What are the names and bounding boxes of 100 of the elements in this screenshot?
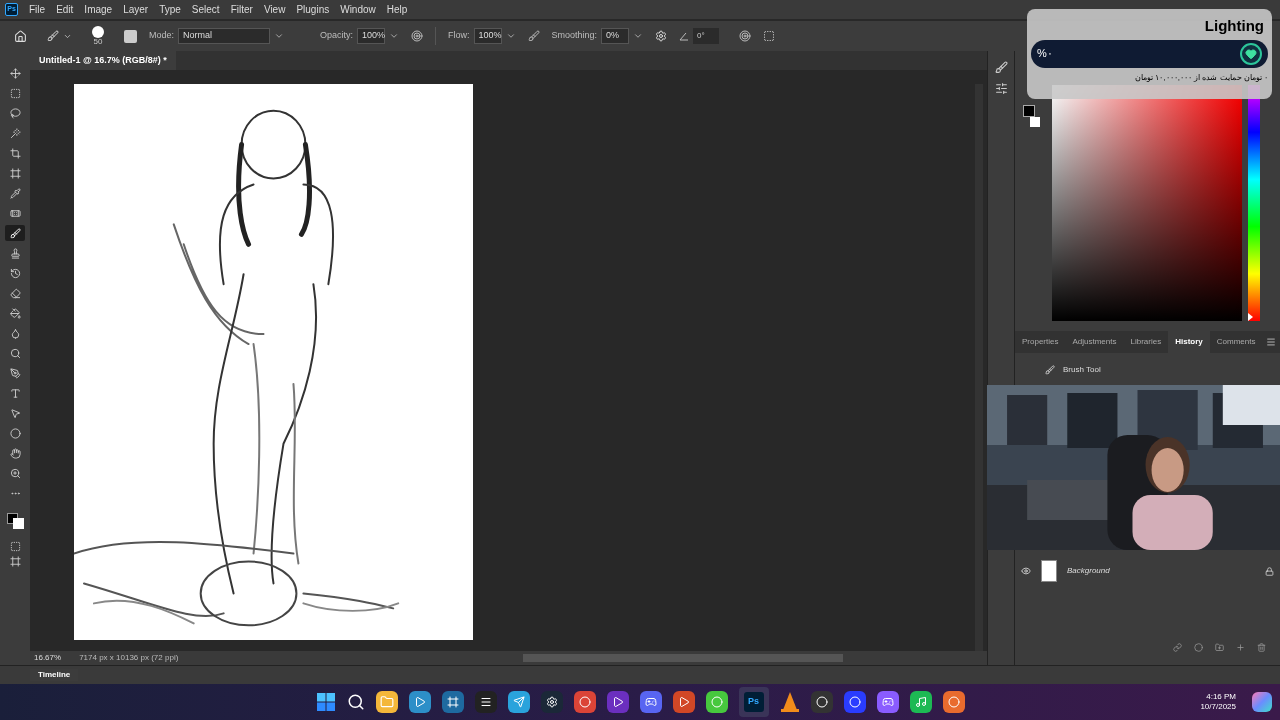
progress-percent: %۰ [1037,46,1053,62]
dropdown-icon[interactable] [633,31,644,41]
brush-size: 50 [93,38,103,46]
menu-item[interactable]: View [263,2,286,17]
hue-marker[interactable] [1248,313,1253,321]
panel-tab[interactable]: Libraries [1123,331,1169,353]
panel-tab[interactable]: Comments [1209,331,1263,353]
settings-icon[interactable] [655,30,668,42]
panel-menu-icon[interactable] [1266,337,1276,347]
marquee-icon [9,87,21,99]
value-field[interactable]: 100% [473,28,502,44]
link-icon[interactable] [1173,643,1182,652]
screen-mode-icon[interactable] [9,556,21,567]
brush-settings-icon[interactable] [994,61,1008,74]
frame-icon [9,167,21,179]
brush-icon [9,227,21,239]
move-icon [9,67,21,79]
visibility-icon[interactable] [1021,566,1031,576]
search-icon[interactable] [346,693,365,711]
value-field[interactable]: Normal [178,28,270,44]
history-item[interactable]: Brush Tool [1015,361,1280,378]
layer-row[interactable]: Background [1015,558,1280,584]
menu-item[interactable]: Layer [123,2,149,17]
trash-icon[interactable] [1257,643,1266,652]
brush-icon[interactable] [47,30,59,42]
wand-icon [9,127,21,139]
eraser-icon [9,287,21,299]
folder-icon[interactable] [375,691,398,713]
send-icon[interactable] [507,691,530,713]
app-icon[interactable] [843,691,866,713]
brush-icon [1045,364,1055,375]
cone-icon[interactable] [779,691,800,713]
symmetry-icon[interactable] [763,30,776,42]
field-label: Opacity: [320,29,354,43]
app-icon[interactable] [408,691,431,713]
app-icon[interactable] [705,691,728,713]
menu-item[interactable]: Type [159,2,181,17]
brush-preview-icon[interactable] [92,26,104,38]
donation-caption: ۰ تومان حمایت شده از ۱۰,۰۰۰,۰۰۰ تومان [1135,71,1268,84]
home-icon[interactable] [14,29,27,43]
app-icon[interactable] [942,691,965,713]
browser-icon[interactable] [573,691,596,713]
menu-item[interactable]: Image [84,2,113,17]
app-icon[interactable] [540,691,563,713]
app-icon[interactable] [810,691,833,713]
document-size: 7174 px x 10136 px (72 ppi) [79,652,179,664]
app-icon[interactable] [441,691,464,713]
paint-bucket-icon [9,307,21,319]
panel-tab[interactable]: Adjustments [1065,331,1124,353]
panel-tab[interactable]: Properties [1015,331,1066,353]
foreground-color-swatch[interactable] [1023,105,1035,117]
airbrush-icon[interactable] [527,30,540,42]
value-field[interactable]: 0% [601,28,630,44]
music-icon[interactable] [909,691,932,713]
lasso-icon [9,107,21,119]
field-label: Flow: [448,29,470,43]
gamepad-icon[interactable] [876,691,899,713]
crop-icon [9,147,21,159]
menu-item[interactable]: Select [191,2,220,17]
angle-icon [679,31,690,41]
app-icon[interactable] [474,691,497,713]
background-color-swatch[interactable] [1030,117,1040,127]
clock-time: 4:16 PM [1206,692,1236,702]
app-icon[interactable] [672,691,695,713]
dropdown-icon[interactable] [389,31,400,41]
dropdown-icon[interactable] [505,31,516,41]
panel-tab[interactable]: History [1168,331,1210,353]
windows-logo-icon[interactable] [315,692,336,712]
sliders-icon[interactable] [994,82,1008,95]
new-layer-icon[interactable] [1236,643,1245,652]
droplet-icon [9,327,21,339]
menu-item[interactable]: Help [386,2,408,17]
taskbar-app[interactable]: Ps [738,687,769,717]
menu-item[interactable]: File [29,2,46,17]
document-tab[interactable]: Untitled-1 @ 16.7% (RGB/8#) * [30,51,176,70]
dropdown-icon[interactable] [274,31,284,41]
history-brush-icon [9,267,21,279]
tool-button[interactable] [5,225,25,241]
clock-date: 10/7/2025 [1200,702,1236,712]
menu-item[interactable]: Edit [56,2,74,17]
zoom-icon [9,467,21,479]
widget-title: Lighting [1204,16,1265,36]
quick-mask-icon[interactable] [9,541,21,552]
stamp-icon [9,247,21,259]
eyedropper-icon [9,187,21,199]
angle-field[interactable]: 0° [693,28,720,44]
field-label: Mode: [149,29,174,43]
ellipse-icon [9,427,21,439]
app-icon[interactable] [606,691,629,713]
menu-item[interactable]: Filter [230,2,253,17]
menu-item[interactable]: Window [340,2,376,17]
layer-thumbnail [1041,560,1057,582]
background-color-swatch[interactable] [12,518,24,529]
mask-icon[interactable] [1194,643,1203,652]
menu-item[interactable]: Plugins [296,2,330,17]
gamepad-icon[interactable] [639,691,662,713]
lock-icon [1265,566,1274,576]
zoom-level: 16.67% [34,652,62,664]
value-field[interactable]: 100% [357,28,386,44]
hand-icon [9,447,21,459]
